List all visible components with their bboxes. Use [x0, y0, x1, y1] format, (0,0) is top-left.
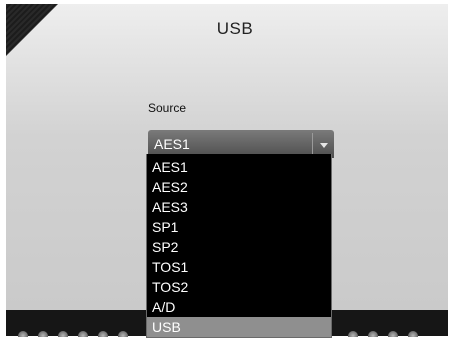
- page-title: USB: [216, 19, 254, 38]
- source-option-tos1[interactable]: TOS1: [147, 257, 331, 277]
- source-option-aes1[interactable]: AES1: [147, 157, 331, 177]
- led-indicator-icon: [18, 331, 28, 337]
- source-label: Source: [148, 101, 187, 115]
- led-indicator-icon: [58, 331, 68, 337]
- source-option-ad[interactable]: A/D: [147, 297, 331, 317]
- led-indicator-icon: [98, 331, 108, 337]
- led-indicator-icon: [78, 331, 88, 337]
- source-select-value: AES1: [154, 136, 190, 152]
- select-divider: [312, 133, 313, 155]
- source-dropdown-list: AES1 AES2 AES3 SP1 SP2 TOS1 TOS2 A/D USB: [146, 154, 332, 338]
- led-indicator-icon: [38, 331, 48, 337]
- source-option-sp2[interactable]: SP2: [147, 237, 331, 257]
- led-indicator-icon: [368, 331, 378, 337]
- source-option-sp1[interactable]: SP1: [147, 217, 331, 237]
- led-indicator-icon: [408, 331, 418, 337]
- source-option-tos2[interactable]: TOS2: [147, 277, 331, 297]
- source-option-usb[interactable]: USB: [147, 317, 331, 337]
- led-indicator-icon: [118, 331, 128, 337]
- led-indicator-icon: [388, 331, 398, 337]
- led-indicator-icon: [348, 331, 358, 337]
- source-option-aes3[interactable]: AES3: [147, 197, 331, 217]
- source-option-aes2[interactable]: AES2: [147, 177, 331, 197]
